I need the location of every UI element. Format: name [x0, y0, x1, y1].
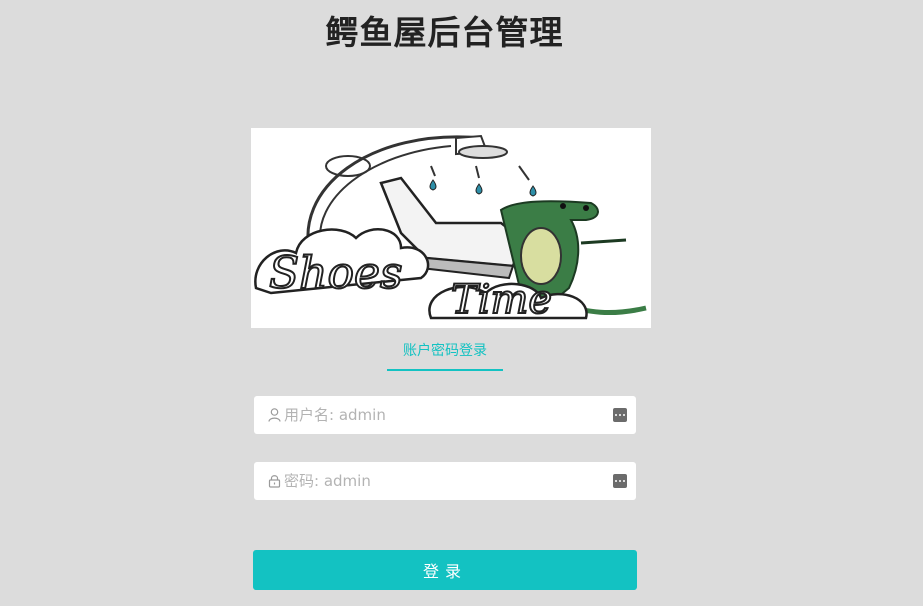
username-input[interactable]: [283, 396, 613, 434]
user-icon: [265, 406, 283, 424]
logo-image: Shoes Time: [251, 128, 651, 328]
tab-account-password-login[interactable]: 账户密码登录: [387, 340, 503, 371]
password-field: [254, 462, 636, 500]
shoes-time-logo: Shoes Time: [254, 134, 647, 324]
username-field: [254, 396, 636, 434]
login-button[interactable]: 登录: [253, 550, 637, 590]
password-manager-icon[interactable]: [613, 474, 627, 488]
lock-icon: [265, 472, 283, 490]
svg-text:Shoes: Shoes: [269, 248, 403, 299]
password-input[interactable]: [283, 462, 613, 500]
svg-text:Time: Time: [451, 277, 552, 323]
page-title: 鳄鱼屋后台管理: [325, 13, 564, 52]
password-manager-icon[interactable]: [613, 408, 627, 422]
